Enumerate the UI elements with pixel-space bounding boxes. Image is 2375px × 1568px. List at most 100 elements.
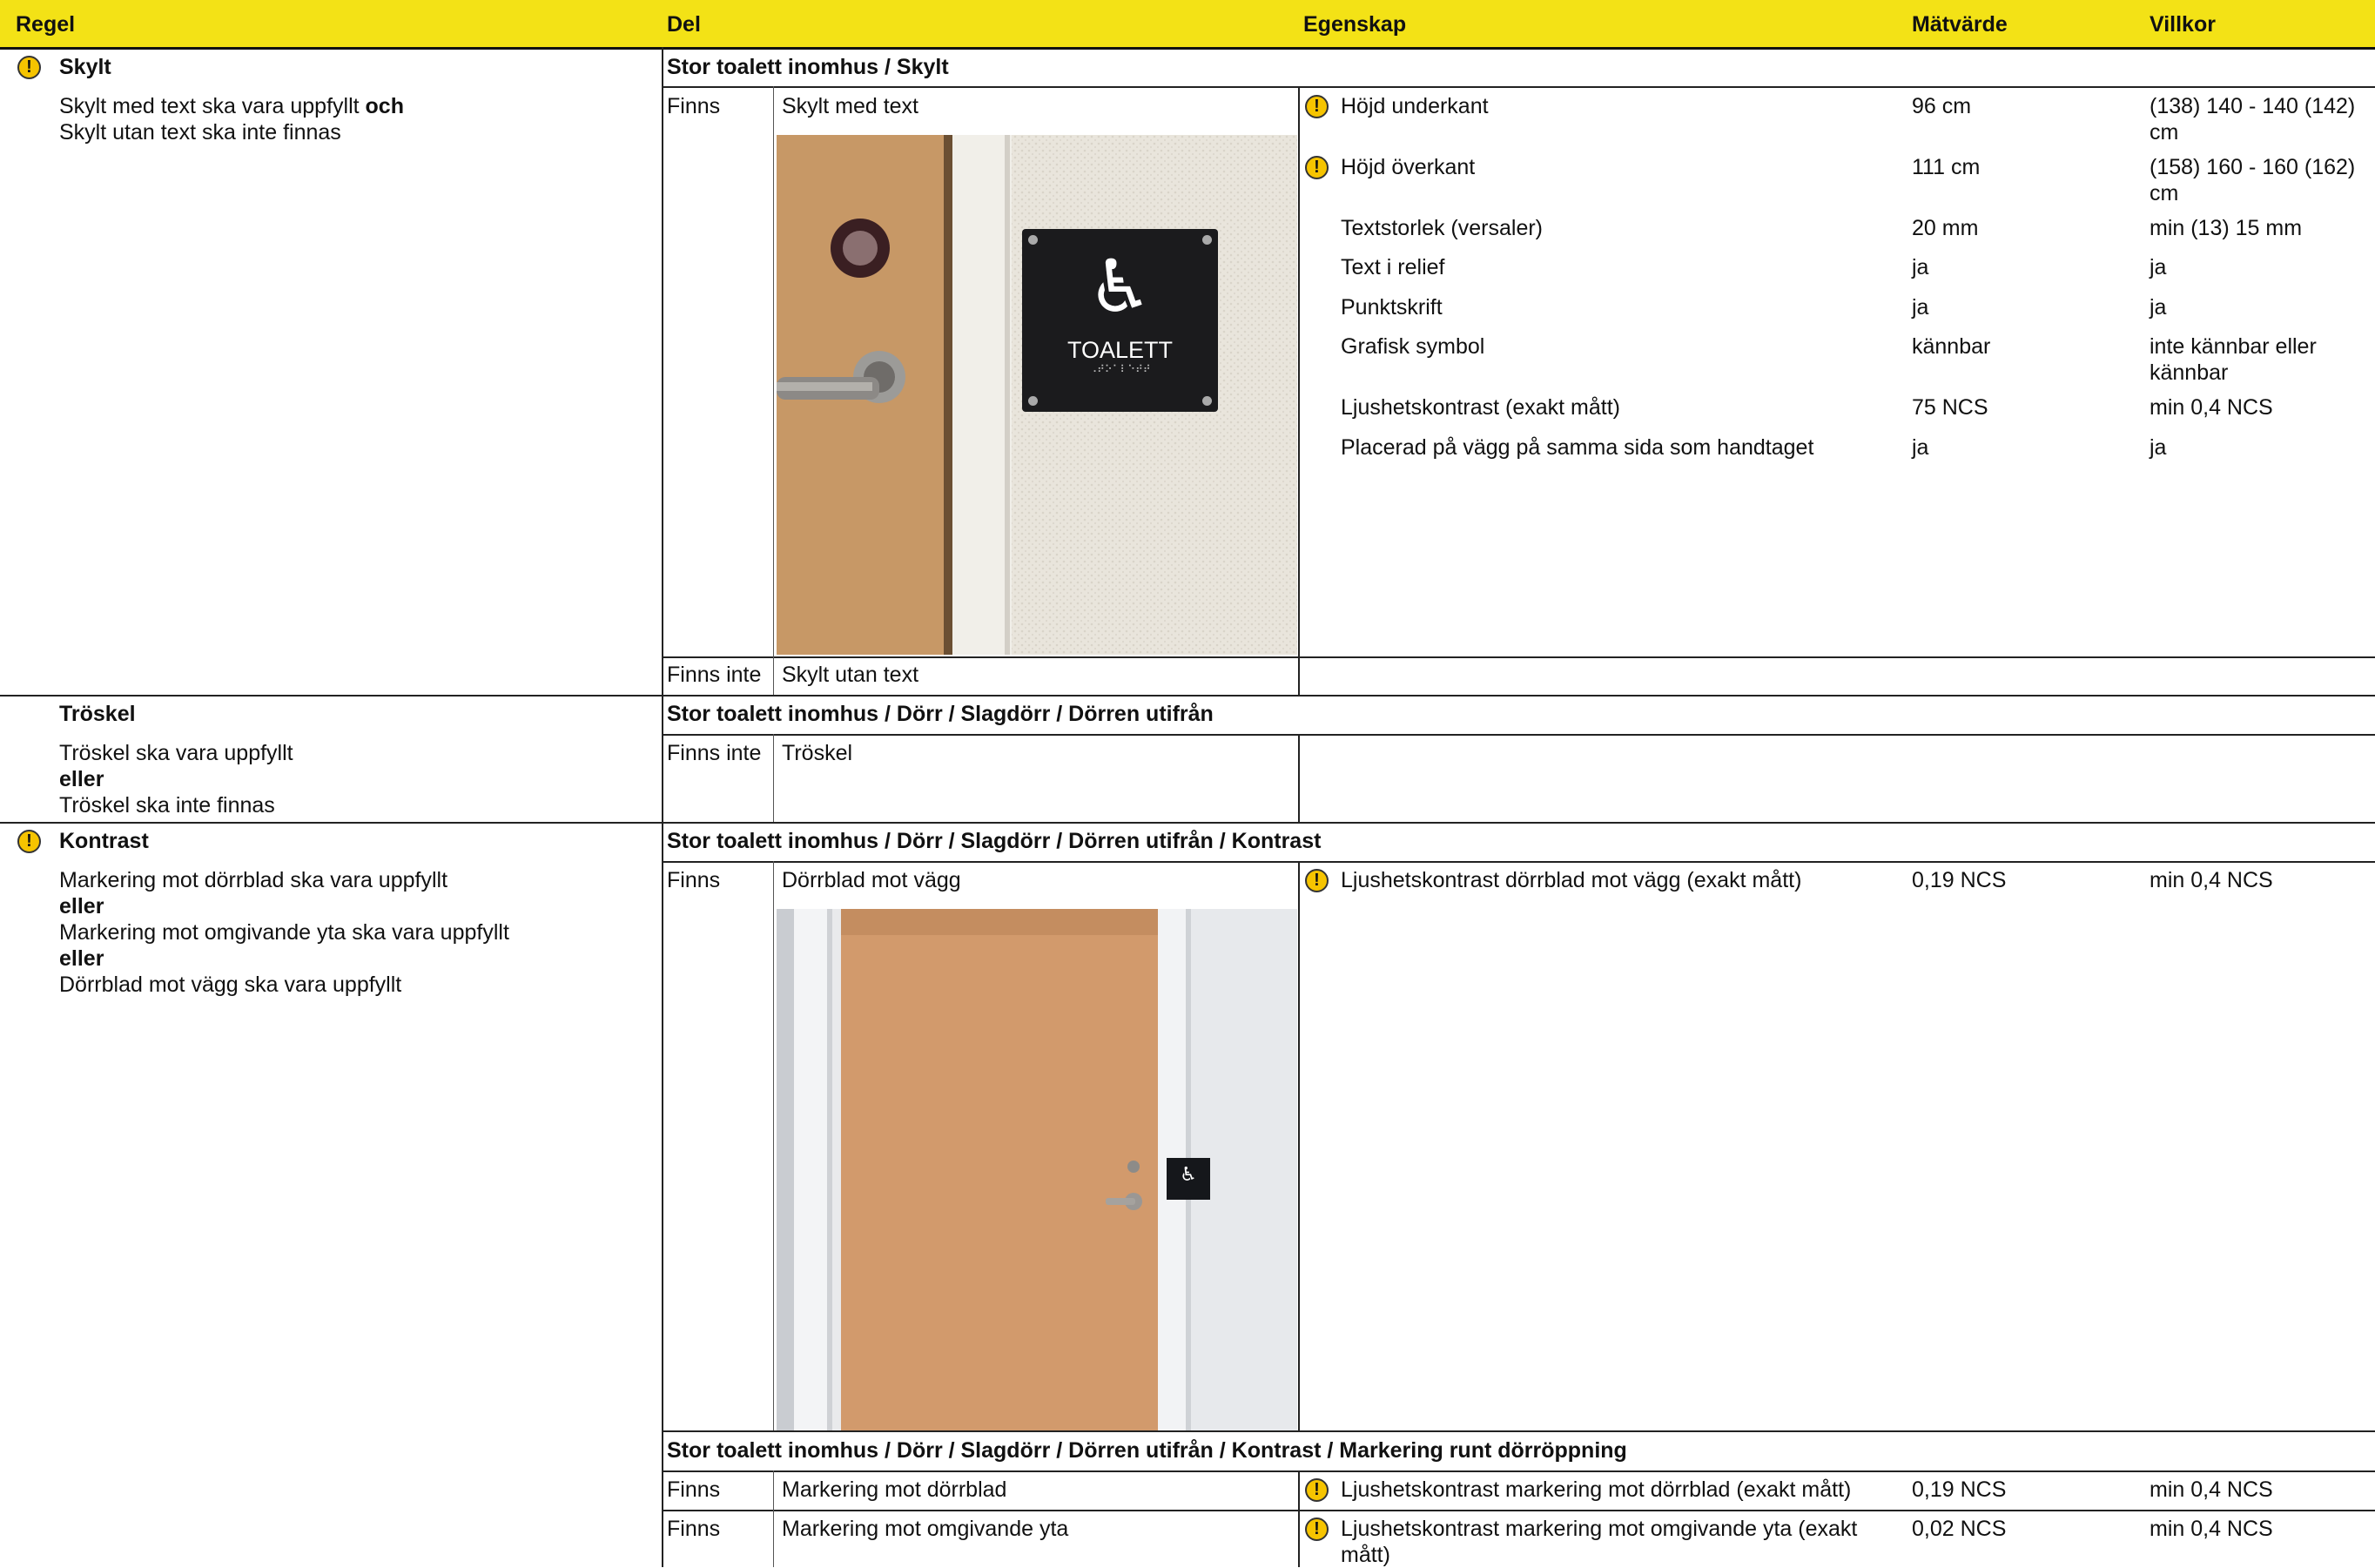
property-name: Ljushetskontrast dörrblad mot vägg (exak… (1341, 868, 1802, 892)
rule-title-kontrast: Kontrast (59, 829, 149, 853)
property-condition: min 0,4 NCS (2150, 868, 2273, 892)
column-divider (662, 47, 663, 1567)
property-condition: ja (2150, 255, 2167, 279)
divider (663, 656, 2375, 658)
part-label: Markering mot omgivande yta (782, 1517, 1069, 1541)
property-condition: min 0,4 NCS (2150, 1477, 2273, 1502)
rule-operator: eller (59, 767, 104, 791)
property-value: 20 mm (1912, 216, 1979, 240)
warning-icon: ! (1305, 156, 1329, 179)
rule-operator: eller (59, 894, 104, 919)
toalett-sign: ♿ TOALETT ⠠⠞⠕⠁⠇⠑⠞⠞ (1022, 229, 1218, 412)
rule-line: Dörrblad mot vägg ska vara uppfyllt (59, 972, 402, 997)
divider (663, 86, 2375, 88)
column-header-egenskap: Egenskap (1303, 12, 1407, 37)
section-path: Stor toalett inomhus / Dörr / Slagdörr /… (667, 1438, 1627, 1463)
property-value: 75 NCS (1912, 395, 1988, 420)
column-header-del: Del (667, 12, 701, 37)
property-name: Text i relief (1341, 255, 1445, 279)
property-value: 96 cm (1912, 94, 1972, 118)
rule-operator: eller (59, 946, 104, 971)
property-name: Höjd överkant (1341, 155, 1476, 179)
warning-icon: ! (17, 56, 41, 79)
property-value: ja (1912, 435, 1929, 460)
property-value: 111 cm (1912, 155, 1981, 179)
divider (663, 734, 2375, 736)
part-label: Markering mot dörrblad (782, 1477, 1007, 1502)
section-divider (0, 822, 2375, 824)
column-header-villkor: Villkor (2150, 12, 2216, 37)
property-condition: min (13) 15 mm (2150, 216, 2303, 240)
warning-icon: ! (1305, 1478, 1329, 1502)
part-label: Skylt med text (782, 94, 918, 118)
column-divider (773, 734, 774, 822)
svg-text:♿: ♿ (1180, 1164, 1197, 1186)
column-divider (773, 1470, 774, 1567)
property-name: Textstorlek (versaler) (1341, 216, 1543, 240)
property-name: Grafisk symbol (1341, 334, 1485, 359)
part-label: Dörrblad mot vägg (782, 868, 961, 892)
warning-icon: ! (1305, 95, 1329, 118)
photo-door-against-wall: ♿ (777, 909, 1297, 1430)
warning-icon: ! (17, 830, 41, 853)
column-divider (1298, 86, 1300, 695)
warning-icon: ! (1305, 869, 1329, 892)
rule-text: Skylt med text ska vara uppfyllt och (59, 93, 404, 119)
wheelchair-icon: ♿ (1087, 244, 1154, 329)
column-header-matvarde: Mätvärde (1912, 12, 2008, 37)
rule-line: Markering mot omgivande yta ska vara upp… (59, 920, 509, 945)
property-name: Placerad på vägg på samma sida som handt… (1341, 435, 1814, 460)
column-header-regel: Regel (16, 12, 76, 37)
property-value: 0,19 NCS (1912, 868, 2007, 892)
property-value: kännbar (1912, 334, 1991, 359)
rule-title-troskel: Tröskel (59, 702, 136, 726)
section-path: Stor toalett inomhus / Dörr / Slagdörr /… (667, 702, 1214, 726)
status-finns: Finns (667, 94, 721, 118)
rule-title-skylt: Skylt (59, 55, 111, 79)
property-name: Ljushetskontrast markering mot omgivande… (1341, 1517, 1858, 1567)
screw-icon (1202, 396, 1212, 406)
column-divider (773, 861, 774, 1430)
property-condition: (138) 140 - 140 (142) cm (2150, 94, 2356, 145)
property-name: Ljushetskontrast (exakt mått) (1341, 395, 1620, 420)
status-finns: Finns (667, 1517, 721, 1541)
part-label: Skylt utan text (782, 663, 919, 687)
section-path: Stor toalett inomhus / Skylt (667, 55, 949, 79)
property-name: Ljushetskontrast markering mot dörrblad … (1341, 1477, 1852, 1502)
rule-line: Markering mot dörrblad ska vara uppfyllt (59, 868, 448, 892)
status-finns: Finns (667, 868, 721, 892)
property-value: ja (1912, 255, 1929, 279)
warning-icon: ! (1305, 1518, 1329, 1541)
table-header (0, 0, 2375, 50)
property-condition: ja (2150, 435, 2167, 460)
property-value: ja (1912, 295, 1929, 320)
door-photo-graphic: ♿ (777, 909, 1297, 1430)
braille-text: ⠠⠞⠕⠁⠇⠑⠞⠞ (1089, 363, 1151, 375)
divider (663, 1510, 2375, 1511)
property-condition: ja (2150, 295, 2167, 320)
column-divider (1298, 1470, 1300, 1567)
property-condition: min 0,4 NCS (2150, 1517, 2273, 1541)
status-finns-inte: Finns inte (667, 663, 762, 687)
divider (663, 1430, 2375, 1432)
photo-sign-next-to-door: ♿ TOALETT ⠠⠞⠕⠁⠇⠑⠞⠞ (777, 135, 1297, 655)
divider (663, 1470, 2375, 1472)
rule-line: Skylt med text ska vara uppfyllt (59, 94, 366, 118)
property-condition: min 0,4 NCS (2150, 395, 2273, 420)
property-name: Höjd underkant (1341, 94, 1489, 118)
property-value: 0,19 NCS (1912, 1477, 2007, 1502)
section-divider (0, 695, 2375, 697)
property-condition: (158) 160 - 160 (162) cm (2150, 155, 2356, 205)
status-finns: Finns (667, 1477, 721, 1502)
rule-line: Skylt utan text ska inte finnas (59, 120, 341, 145)
divider (663, 861, 2375, 863)
column-divider (1298, 734, 1300, 822)
column-divider (1298, 861, 1300, 1430)
property-name: Punktskrift (1341, 295, 1443, 320)
section-path: Stor toalett inomhus / Dörr / Slagdörr /… (667, 829, 1322, 853)
status-finns-inte: Finns inte (667, 741, 762, 765)
rule-operator: och (365, 94, 404, 118)
column-divider (773, 86, 774, 695)
rule-line: Tröskel ska vara uppfyllt (59, 741, 293, 765)
property-value: 0,02 NCS (1912, 1517, 2007, 1541)
